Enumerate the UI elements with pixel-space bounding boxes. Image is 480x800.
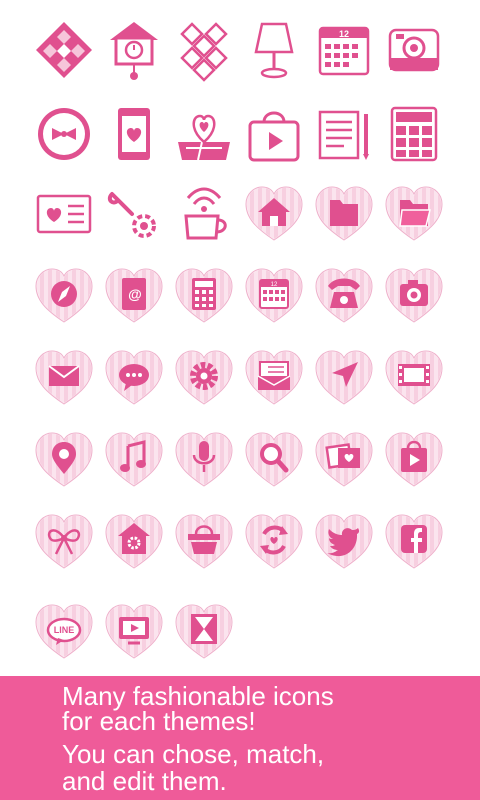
table-lamp-icon[interactable] xyxy=(242,18,306,82)
calculator-icon[interactable] xyxy=(382,102,446,166)
map-heart-icon[interactable] xyxy=(172,102,236,166)
promo-text-line-4: and edit them. xyxy=(62,766,227,796)
heart-photos-icon[interactable] xyxy=(312,428,376,492)
heart-house-settings-icon[interactable] xyxy=(102,510,166,574)
cuckoo-clock-icon[interactable] xyxy=(102,18,166,82)
heart-gear-icon[interactable] xyxy=(172,346,236,410)
heart-line-app-icon[interactable]: LINE xyxy=(32,600,96,664)
heart-address-book-icon[interactable]: @ xyxy=(102,264,166,328)
heart-hourglass-icon[interactable] xyxy=(172,600,236,664)
svg-text:@: @ xyxy=(128,286,142,302)
phone-heart-icon[interactable] xyxy=(102,102,166,166)
heart-mail-icon[interactable] xyxy=(32,346,96,410)
heart-home-icon[interactable] xyxy=(242,182,306,246)
promo-text-line-2: for each themes! xyxy=(62,706,256,736)
promo-text-line-3: You can chose, match, xyxy=(62,739,325,769)
heart-camera-icon[interactable] xyxy=(382,264,446,328)
heart-folder-icon[interactable] xyxy=(312,182,376,246)
notepad-pen-icon[interactable] xyxy=(312,102,376,166)
camera-icon[interactable] xyxy=(382,18,446,82)
heart-twitter-bird-icon[interactable] xyxy=(312,510,376,574)
heart-calendar-day-text: 12 xyxy=(271,282,278,288)
heart-telephone-icon[interactable] xyxy=(312,264,376,328)
ribbon-badge-icon[interactable] xyxy=(32,102,96,166)
lattice-pattern-icon[interactable] xyxy=(172,18,236,82)
heart-basket-icon[interactable] xyxy=(172,510,236,574)
heart-open-folder-icon[interactable] xyxy=(382,182,446,246)
icon-grid: 12 @ 12 LINE xyxy=(0,0,480,676)
heart-navigation-arrow-icon[interactable] xyxy=(312,346,376,410)
wrench-gear-settings-icon[interactable] xyxy=(102,182,166,246)
calendar-day-text: 12 xyxy=(339,29,349,39)
heart-microphone-icon[interactable] xyxy=(172,428,236,492)
heart-calculator-icon[interactable] xyxy=(172,264,236,328)
heart-email-envelope-icon[interactable] xyxy=(242,346,306,410)
heart-map-pin-icon[interactable] xyxy=(32,428,96,492)
heart-sync-icon[interactable] xyxy=(242,510,306,574)
heart-music-note-icon[interactable] xyxy=(102,428,166,492)
wifi-cup-icon[interactable] xyxy=(172,182,236,246)
heart-search-icon[interactable] xyxy=(242,428,306,492)
heart-facebook-icon[interactable] xyxy=(382,510,446,574)
heart-chat-bubble-icon[interactable] xyxy=(102,346,166,410)
heart-film-icon[interactable] xyxy=(382,346,446,410)
heart-calendar-icon[interactable]: 12 xyxy=(242,264,306,328)
video-bag-icon[interactable] xyxy=(242,102,306,166)
heart-compass-icon[interactable] xyxy=(32,264,96,328)
calendar-icon[interactable]: 12 xyxy=(312,18,376,82)
heart-play-store-icon[interactable] xyxy=(382,428,446,492)
contact-card-icon[interactable] xyxy=(32,182,96,246)
line-app-text: LINE xyxy=(54,625,75,635)
heart-bow-icon[interactable] xyxy=(32,510,96,574)
promo-banner: Many fashionable icons for each themes! … xyxy=(0,676,480,800)
heart-tv-play-icon[interactable] xyxy=(102,600,166,664)
argyle-diamond-icon[interactable] xyxy=(32,18,96,82)
